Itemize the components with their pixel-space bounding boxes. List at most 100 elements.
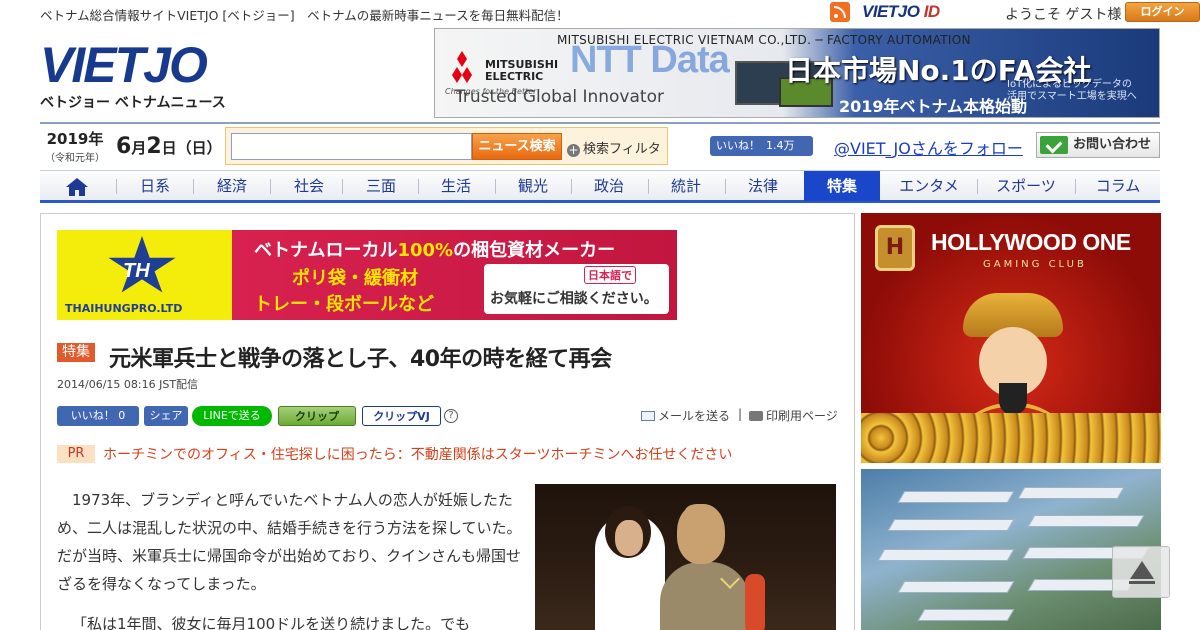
- god-beard: [999, 383, 1027, 415]
- help-icon[interactable]: ?: [444, 409, 458, 423]
- logo-word: VIETJO: [40, 37, 208, 93]
- thaihung-ad-banner[interactable]: TH THAIHUNGPRO.LTD ベトナムローカル100%の梱包資材メーカー…: [57, 230, 677, 320]
- article-main: TH THAIHUNGPRO.LTD ベトナムローカル100%の梱包資材メーカー…: [40, 213, 855, 630]
- factory-building: [1017, 487, 1125, 499]
- year-text: 2019年: [46, 130, 104, 148]
- ntt-slogan: Trusted Global Innovator: [455, 87, 664, 107]
- banner-line-1b: 100%: [397, 240, 454, 261]
- vietjo-id-suffix: ID: [923, 2, 941, 21]
- factory-building: [897, 581, 1015, 593]
- site-tagline: ベトナム総合情報サイトVIETJO [ベトジョー] ベトナムの最新時事ニュースを…: [40, 8, 569, 23]
- news-search-button[interactable]: ニュース検索: [472, 133, 562, 160]
- nav-item-law[interactable]: 法律: [725, 171, 801, 201]
- photo-man-face: [677, 504, 725, 564]
- banner-chip-text: お気軽にご相談ください。: [490, 291, 658, 307]
- banner-line-2: ポリ袋・緩衝材: [292, 268, 418, 289]
- nav-item-nikkei[interactable]: 日系: [117, 171, 193, 201]
- mail-icon: [641, 411, 655, 421]
- line-share-button[interactable]: LINEで送る: [192, 406, 272, 426]
- contact-label: お問い合わせ: [1073, 137, 1152, 152]
- send-mail-label: メールを送る: [658, 409, 731, 423]
- photo-woman-face: [615, 520, 643, 556]
- date-monthday: 6月2日（日）: [116, 134, 222, 159]
- logo-subtitle: ベトジョー ベトナムニュース: [40, 95, 226, 111]
- thaihung-logo-area: TH THAIHUNGPRO.LTD: [57, 230, 232, 320]
- article-paragraph: 1973年、ブランディと呼んでいたベトナム人の恋人が妊娠したため、二人は混乱した…: [57, 491, 522, 593]
- banner-line-3: トレー・段ボールなど: [254, 294, 434, 315]
- nav-item-feature[interactable]: 特集: [804, 171, 880, 201]
- fb-share-button[interactable]: シェア: [144, 406, 188, 426]
- check-icon: [1040, 136, 1068, 154]
- nav-item-politics[interactable]: 政治: [571, 171, 647, 201]
- day-suffix: 日（日）: [161, 139, 222, 157]
- th-logo-text: TH: [123, 260, 150, 282]
- welcome-text: ようこそ ゲスト様: [1005, 7, 1122, 23]
- home-icon[interactable]: [66, 178, 88, 196]
- ad-year-line: 2019年ベトナム本格始動: [839, 97, 1028, 116]
- article-paragraph: 「私は1年間、彼女に毎月100ドルを送り続けました。でも: [72, 615, 471, 630]
- nav-item-sports[interactable]: スポーツ: [988, 171, 1064, 201]
- rss-icon[interactable]: [830, 2, 850, 22]
- plus-icon: +: [567, 143, 580, 157]
- vietjo-id-logo[interactable]: VIETJO ID: [862, 2, 940, 22]
- nav-item-sanmen[interactable]: 三面: [343, 171, 419, 201]
- page: ベトナム総合情報サイトVIETJO [ベトジョー] ベトナムの最新時事ニュースを…: [0, 0, 1200, 630]
- top-strip: ベトナム総合情報サイトVIETJO [ベトジョー] ベトナムの最新時事ニュースを…: [40, 2, 1200, 24]
- era-text: （令和元年）: [45, 153, 105, 164]
- ad-company: MITSUBISHI ELECTRIC VIETNAM CO.,LTD. ─ F…: [557, 33, 971, 47]
- factory-building: [877, 549, 1015, 561]
- nav-separator: [977, 179, 978, 194]
- arrow-up-icon: [1129, 581, 1155, 584]
- nav-item-column[interactable]: コラム: [1080, 171, 1156, 201]
- send-mail-link[interactable]: メールを送る: [641, 407, 730, 424]
- article-body: 1973年、ブランディと呼んでいたベトナム人の恋人が妊娠したため、二人は混乱した…: [57, 486, 527, 630]
- print-page-label: 印刷用ページ: [766, 409, 838, 423]
- mitsubishi-name: MITSUBISHI ELECTRIC: [485, 58, 559, 83]
- thaihung-name: THAIHUNGPRO.LTD: [65, 302, 183, 315]
- contact-button[interactable]: お問い合わせ: [1036, 132, 1160, 158]
- nav-item-entertainment[interactable]: エンタメ: [891, 171, 967, 201]
- banner-line-1a: ベトナムローカル: [254, 240, 398, 261]
- facebook-like-button[interactable]: いいね！ 1.4万: [710, 136, 813, 156]
- gold-coins: [861, 413, 1161, 463]
- factory-building: [887, 519, 1015, 531]
- nav-item-tourism[interactable]: 観光: [495, 171, 571, 201]
- banner-line-1: ベトナムローカル100%の梱包資材メーカー: [254, 236, 615, 262]
- hollywood-one-ad[interactable]: H HOLLYWOOD ONE GAMING CLUB: [861, 213, 1161, 463]
- pr-link[interactable]: ホーチミンでのオフィス・住宅探しに困ったら：不動産関係はスターツホーチミンへお任…: [103, 444, 732, 464]
- category-tag[interactable]: 特集: [57, 343, 95, 362]
- thaihung-message-area: ベトナムローカル100%の梱包資材メーカー ポリ袋・緩衝材 トレー・段ボールなど…: [232, 230, 677, 320]
- clip-vj-button[interactable]: クリップVJ: [362, 406, 441, 426]
- photo-flowers: [745, 574, 765, 630]
- twitter-follow-link[interactable]: @VIET_JOさんをフォロー: [834, 135, 1023, 159]
- hollywood-title: HOLLYWOOD ONE: [931, 229, 1131, 255]
- banner-contact-chip: 日本語で お気軽にご相談ください。: [484, 264, 669, 314]
- like-count: 1.4万: [766, 139, 795, 152]
- day-number: 2: [146, 134, 162, 159]
- scroll-to-top-button[interactable]: [1112, 546, 1170, 598]
- nav-item-life[interactable]: 生活: [418, 171, 494, 201]
- search-filter-link[interactable]: + 検索フィルタ: [567, 138, 661, 157]
- clip-button[interactable]: クリップ: [278, 406, 356, 426]
- nav-item-economy[interactable]: 経済: [194, 171, 270, 201]
- nav-item-statistics[interactable]: 統計: [648, 171, 724, 201]
- article-photo[interactable]: [535, 484, 836, 630]
- link-separator: |: [738, 407, 743, 421]
- header-ad-banner[interactable]: NTT Data MITSUBISHI ELECTRIC VIETNAM CO.…: [434, 28, 1160, 118]
- photo-man-body: [660, 562, 750, 630]
- banner-line-1c: の梱包資材メーカー: [453, 240, 616, 261]
- search-input[interactable]: [231, 133, 472, 160]
- factory-building: [917, 609, 1015, 621]
- main-nav: 日系 経済 社会 三面 生活 観光 政治 統計 法律 特集 エンタメ スポーツ …: [40, 170, 1160, 203]
- printer-icon: [749, 411, 763, 421]
- search-bar: ニュース検索 + 検索フィルタ: [225, 127, 668, 165]
- pr-badge: PR: [57, 445, 95, 463]
- print-page-link[interactable]: 印刷用ページ: [749, 407, 838, 424]
- site-logo[interactable]: VIETJO ベトジョー ベトナムニュース: [40, 40, 250, 112]
- nav-separator: [1075, 179, 1076, 194]
- header-divider: [40, 122, 1160, 124]
- fb-like-button[interactable]: いいね！ 0: [57, 406, 139, 426]
- factory-building: [1027, 515, 1145, 527]
- login-button[interactable]: ログイン: [1125, 2, 1200, 22]
- nav-item-society[interactable]: 社会: [271, 171, 347, 201]
